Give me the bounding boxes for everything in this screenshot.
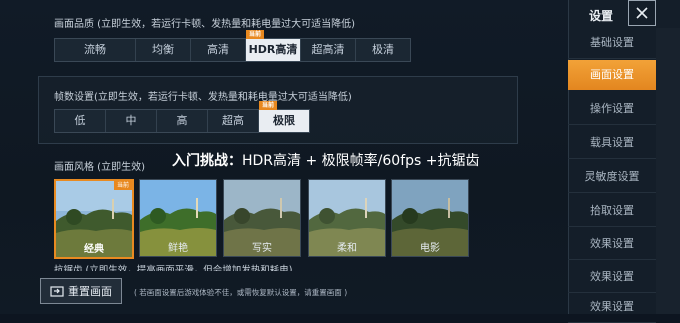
quality-label: 画面品质 (立即生效，若运行卡顿、发热量和耗电量过大可适当降低)	[54, 19, 355, 30]
challenge-headline: 入门挑战：HDR高清 + 极限帧率/60fps +抗锯齿	[172, 150, 480, 170]
close-icon	[636, 7, 648, 19]
sidebar-item-graphics[interactable]: 画面设置	[568, 60, 656, 90]
style-card-realistic[interactable]: 写实	[223, 179, 301, 257]
style-card-label: 经典	[84, 244, 104, 255]
fps-option-extreme[interactable]: 当前 极限	[259, 101, 309, 132]
style-card-label: 鲜艳	[168, 243, 188, 254]
quality-option-hdr[interactable]: 当前 HDR高清	[246, 30, 301, 61]
quality-option-balanced[interactable]: 均衡	[136, 39, 191, 61]
fps-option-very-high[interactable]: 超高	[208, 110, 259, 132]
sidebar-item-effects-3[interactable]: 效果设置	[568, 292, 656, 323]
reset-hint: ( 若画面设置后游戏体验不佳，或需恢复默认设置，请重置画面 )	[134, 288, 348, 297]
close-button[interactable]	[628, 0, 656, 26]
quality-selector: 流畅 均衡 高清 当前 HDR高清 超高清 极清	[54, 30, 411, 62]
style-card-classic[interactable]: 当前 经典	[54, 179, 134, 259]
sidebar-item-sensitivity[interactable]: 灵敏度设置	[568, 162, 656, 193]
style-card-vivid[interactable]: 鲜艳	[139, 179, 217, 257]
fps-option-extreme-label: 极限	[273, 114, 295, 127]
style-card-soft[interactable]: 柔和	[308, 179, 386, 257]
fps-option-medium[interactable]: 中	[106, 110, 157, 132]
quality-option-extreme[interactable]: 极清	[356, 39, 410, 61]
quality-option-hd[interactable]: 高清	[191, 39, 246, 61]
style-card-label: 柔和	[337, 243, 357, 254]
style-label: 画面风格 (立即生效)	[54, 162, 145, 173]
settings-title: 设置	[589, 9, 614, 23]
sidebar-item-effects-2[interactable]: 效果设置	[568, 262, 656, 293]
reset-screen-label: 重置画面	[68, 285, 112, 298]
fps-option-low[interactable]: 低	[55, 110, 106, 132]
style-card-label: 写实	[252, 243, 272, 254]
fps-selector: 低 中 高 超高 当前 极限	[54, 101, 310, 133]
quality-option-hdr-label: HDR高清	[248, 43, 298, 56]
current-tag: 当前	[259, 101, 278, 110]
sidebar-item-basic[interactable]: 基础设置	[568, 28, 656, 59]
challenge-text: HDR高清 + 极限帧率/60fps +抗锯齿	[242, 153, 480, 169]
sidebar-item-pickup[interactable]: 拾取设置	[568, 196, 656, 227]
current-tag: 当前	[113, 181, 132, 190]
reset-screen-button[interactable]: 重置画面	[40, 278, 122, 304]
style-card-cinema[interactable]: 电影	[391, 179, 469, 257]
fps-option-high[interactable]: 高	[157, 110, 208, 132]
sidebar-item-controls[interactable]: 操作设置	[568, 94, 656, 125]
antialias-label: 抗锯齿 (立即生效，提高画面平滑，但会增加发热和耗电)	[54, 265, 293, 271]
sidebar-item-vehicle[interactable]: 载具设置	[568, 128, 656, 159]
challenge-prefix: 入门挑战：	[172, 153, 242, 169]
reset-icon	[50, 286, 64, 297]
quality-option-ultra-hd[interactable]: 超高清	[301, 39, 356, 61]
fps-label: 帧数设置(立即生效，若运行卡顿、发热量和耗电量过大可适当降低)	[54, 92, 352, 103]
sidebar-item-effects[interactable]: 效果设置	[568, 229, 656, 260]
style-card-label: 电影	[420, 243, 440, 254]
current-tag: 当前	[246, 30, 265, 39]
sidebar-scrollbar[interactable]	[656, 28, 680, 314]
quality-option-smooth[interactable]: 流畅	[55, 39, 136, 61]
